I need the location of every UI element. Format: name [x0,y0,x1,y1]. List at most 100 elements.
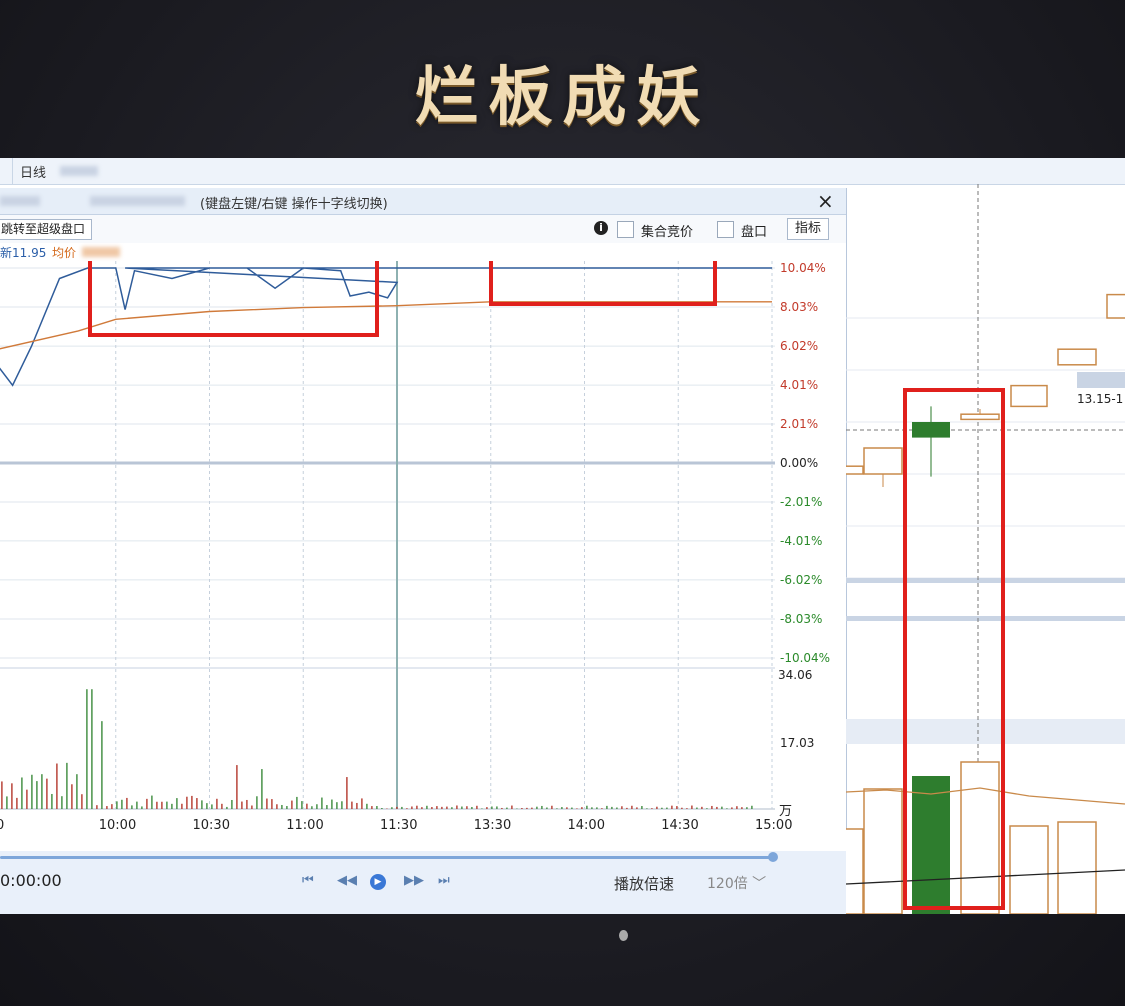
volume-bar [246,799,248,809]
volume-bar [151,795,153,809]
fast-forward-icon[interactable]: ▶▶ [404,873,424,888]
kline-volume-bar [1057,821,1097,914]
volume-bar [51,793,53,809]
play-button[interactable]: ▶ [370,874,386,890]
volume-bar [216,798,218,809]
skip-end-icon[interactable]: ⏭ [438,873,450,888]
volume-bar [706,808,708,809]
skip-start-icon[interactable]: ⏮ [302,873,314,888]
volume-bar [166,801,168,809]
volume-bar [276,804,278,809]
playback-slider[interactable] [0,856,774,859]
volume-bar [36,781,38,809]
auction-checkbox[interactable] [617,221,634,238]
intraday-chart[interactable]: 10.04% 8.03% 6.02% 4.01% 2.01% 0.00% -2.01% -4.… [0,261,846,841]
volume-bar [81,794,83,809]
volume-bar [46,778,48,809]
time-tick-label: 10:00 [99,818,136,833]
volume-bar [201,800,203,809]
tab-daily[interactable]: 日线 [20,162,46,181]
volume-bar [441,806,443,809]
rewind-icon[interactable]: ◀◀ [337,873,357,888]
volume-bar [346,777,348,809]
volume-bar [391,807,393,809]
volume-bar [456,805,458,809]
kline-band [846,616,1125,621]
kline-volume-bar [960,761,1000,914]
pct-tick-label: 8.03% [780,300,818,314]
pct-tick-label: 2.01% [780,417,818,431]
volume-bar [141,806,143,809]
volume-bar [471,806,473,809]
volume-bar [691,805,693,809]
volume-bar [426,805,428,809]
pct-tick-label: -10.04% [780,651,830,665]
close-button[interactable]: × [817,189,834,213]
volume-tick-max: 34.06 [778,668,812,682]
volume-bar [396,806,398,809]
tab-edge [0,158,13,184]
volume-bar [11,783,13,809]
pct-tick-label: -2.01% [780,495,822,509]
info-icon[interactable]: i [594,221,608,235]
kline-candle [863,447,903,475]
volume-bar [466,806,468,809]
volume-bar [196,798,198,809]
volume-bar [641,806,643,809]
kline-price-label: 13.15-1 [1077,392,1123,406]
slide-title: 烂板成妖 [414,60,711,135]
time-tick-label: 0 [0,818,4,833]
volume-bar [686,808,688,809]
volume-bar [736,806,738,809]
volume-bar [381,808,383,809]
volume-bar [336,802,338,809]
volume-bar [741,807,743,809]
auction-label: 集合竞价 [641,225,694,240]
volume-bar [506,807,508,809]
volume-bar [521,808,523,809]
daily-kline-chart[interactable]: 13.15-1 [846,184,1125,914]
volume-bar [301,801,303,809]
handicap-checkbox[interactable] [717,221,734,238]
blurred-stock-name [60,166,98,176]
volume-bar [251,805,253,809]
annotation-box-morning [88,261,379,337]
kline-band [846,578,1125,583]
dialog-toolbar: 跳转至超级盘口 i 集合竞价 盘口 指标 [0,215,846,243]
volume-bar [121,799,123,809]
volume-bar [1,781,3,809]
software-screen: 日线 (键盘左键/右键 操作十字线切换) × 跳转至超级盘口 i 集合竞价 盘口… [0,158,1125,914]
volume-bar [131,805,133,809]
volume-bar [306,803,308,809]
playback-time: 0:00:00 [0,871,62,890]
pct-tick-label: 6.02% [780,339,818,353]
volume-bar [586,805,588,809]
playback-bar: 0:00:00 ⏮ ◀◀ ▶ ▶▶ ⏭ 播放倍速 120倍 ﹀ [0,851,846,914]
volume-bar [221,803,223,809]
volume-bar [676,806,678,809]
handicap-label: 盘口 [741,225,768,240]
volume-bar [491,806,493,809]
volume-bar [311,806,313,809]
volume-bar [651,808,653,809]
volume-bar [241,801,243,809]
volume-bar [636,807,638,809]
volume-bar [71,784,73,809]
time-tick-label: 11:00 [286,818,323,833]
pct-tick-label: -8.03% [780,612,822,626]
volume-bar [176,798,178,809]
speed-select[interactable]: 120倍 ﹀ [707,873,766,893]
volume-bar [666,807,668,809]
volume-bar [101,721,103,809]
volume-bar [61,796,63,809]
time-tick-label: 11:30 [380,818,417,833]
volume-bar [191,795,193,809]
super-handicap-button[interactable]: 跳转至超级盘口 [0,219,93,240]
playback-slider-knob[interactable] [768,852,778,862]
volume-bar [271,799,273,809]
volume-bar [481,808,483,809]
volume-bar [601,808,603,809]
indicator-button[interactable]: 指标 [787,218,830,240]
volume-bar [21,777,23,809]
volume-bar [286,806,288,809]
